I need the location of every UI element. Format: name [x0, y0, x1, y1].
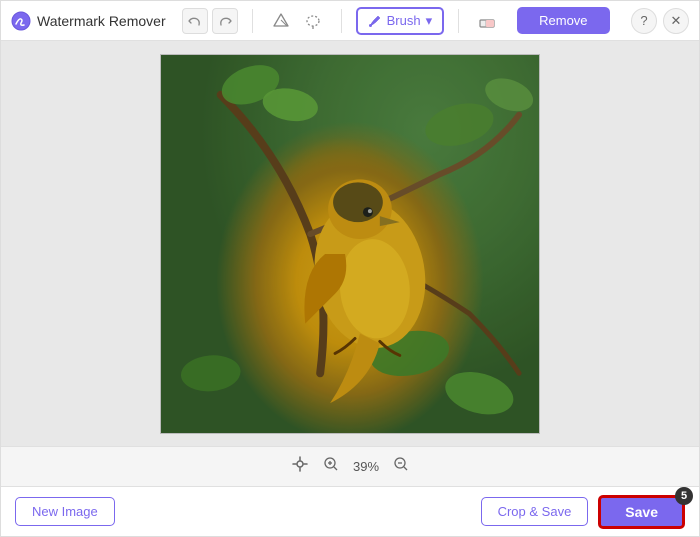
- separator-3: [458, 9, 459, 33]
- redo-button[interactable]: [212, 8, 238, 34]
- canvas-area: [1, 41, 699, 446]
- pan-icon[interactable]: [291, 455, 309, 478]
- app-logo-icon: [11, 11, 31, 31]
- tool-icons: [267, 7, 327, 35]
- remove-button[interactable]: Remove: [517, 7, 609, 34]
- title-bar: Watermark Remover Brush ▾: [1, 1, 699, 41]
- app-title: Watermark Remover: [37, 13, 166, 29]
- title-bar-left: Watermark Remover Brush ▾: [11, 7, 631, 35]
- save-badge: 5: [675, 487, 693, 505]
- brush-label: Brush: [387, 13, 421, 28]
- zoom-level: 39%: [353, 459, 379, 474]
- image-preview: [160, 54, 540, 434]
- save-button[interactable]: Save: [598, 495, 685, 529]
- zoom-in-icon[interactable]: [323, 456, 339, 477]
- footer-right: Crop & Save 5 Save: [481, 495, 685, 529]
- new-image-button[interactable]: New Image: [15, 497, 115, 526]
- close-button[interactable]: ✕: [663, 8, 689, 34]
- undo-button[interactable]: [182, 8, 208, 34]
- title-bar-right: ? ✕: [631, 8, 689, 34]
- zoom-out-icon[interactable]: [393, 456, 409, 477]
- eraser-tool-button[interactable]: [473, 7, 501, 35]
- brush-dropdown-button[interactable]: Brush ▾: [356, 7, 445, 35]
- polygon-tool-button[interactable]: [267, 7, 295, 35]
- nav-buttons: [182, 8, 238, 34]
- bird-overlay-svg: [161, 55, 539, 433]
- status-bar: 39%: [1, 446, 699, 486]
- save-button-wrapper: 5 Save: [598, 495, 685, 529]
- separator-1: [252, 9, 253, 33]
- footer-bar: New Image Crop & Save 5 Save: [1, 486, 699, 536]
- help-button[interactable]: ?: [631, 8, 657, 34]
- crop-save-button[interactable]: Crop & Save: [481, 497, 589, 526]
- lasso-tool-button[interactable]: [299, 7, 327, 35]
- brush-dropdown-icon: ▾: [426, 13, 433, 29]
- bird-image: [161, 55, 539, 433]
- separator-2: [341, 9, 342, 33]
